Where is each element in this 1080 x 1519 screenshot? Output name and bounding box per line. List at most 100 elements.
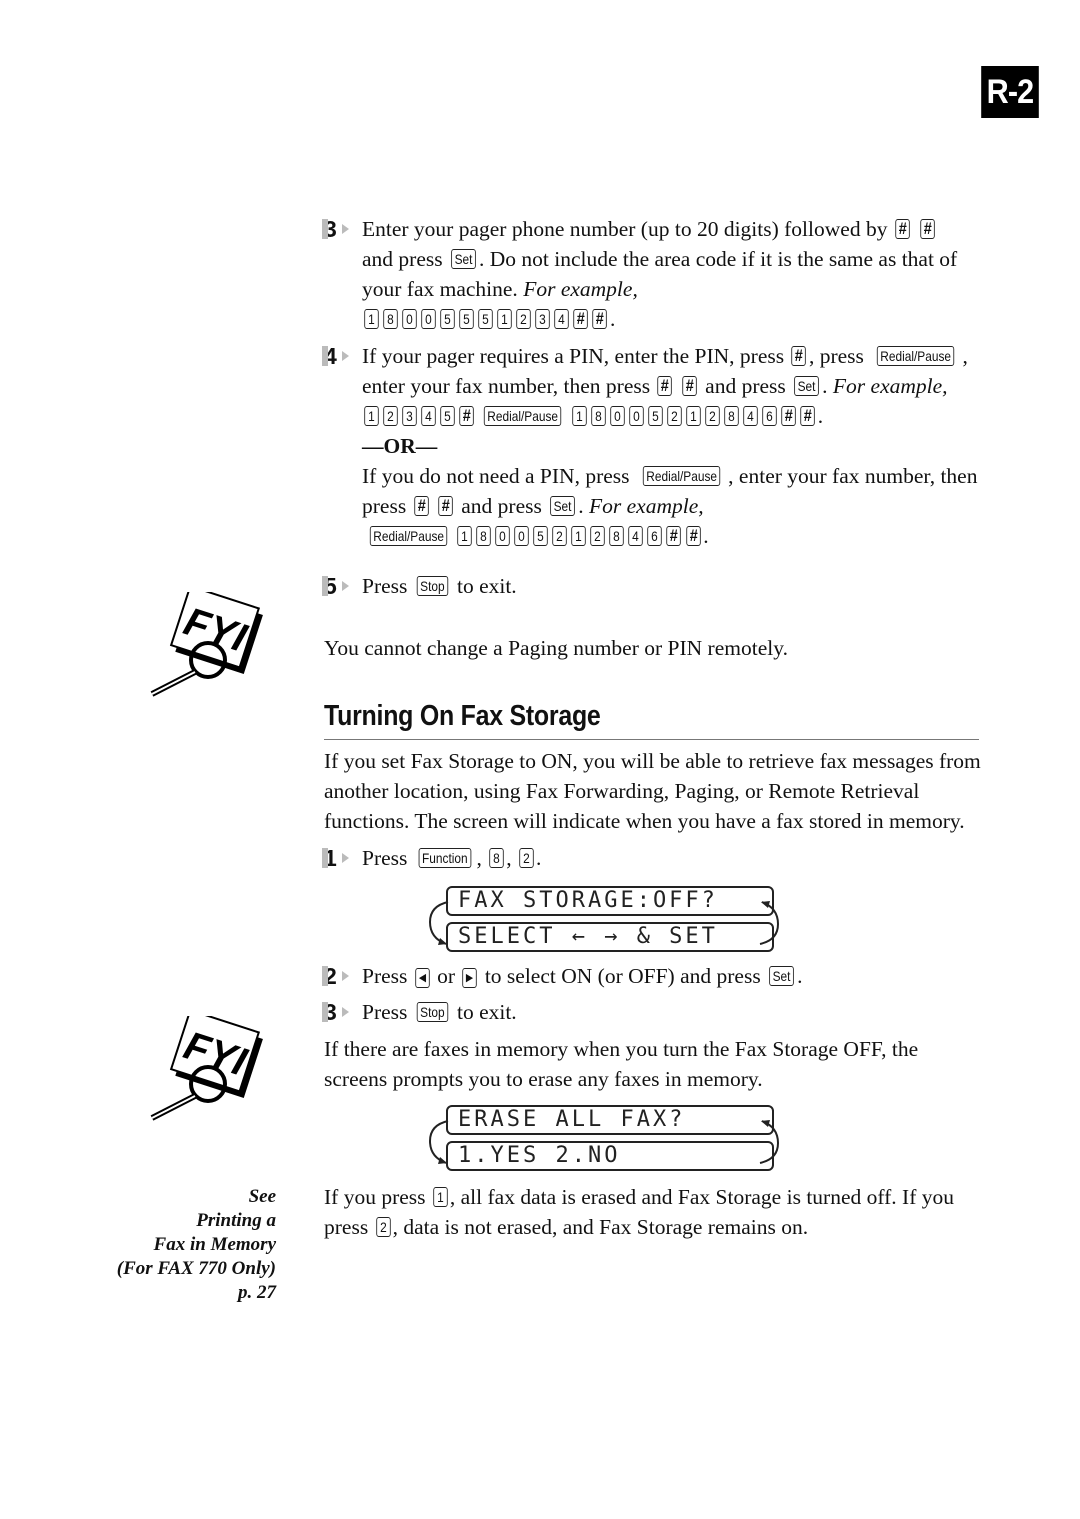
key-hash: # (791, 346, 807, 366)
key-8: 8 (489, 848, 504, 868)
step-3: 3 Enter your pager phone number (up to 2… (322, 214, 984, 334)
key-redial-pause: Redial/Pause (369, 526, 448, 546)
text-run: , enter your fax number, then (728, 464, 978, 488)
text-run: to exit. (451, 1000, 517, 1024)
key-2: 2 (590, 526, 606, 546)
text-run: . (609, 307, 616, 331)
text-run: If you press (324, 1185, 431, 1209)
text-line: —OR— (362, 431, 984, 461)
text-line: If you do not need a PIN, press Redial/P… (362, 461, 984, 491)
key-0: 0 (495, 526, 511, 546)
note-line: If there are faxes in memory when you tu… (324, 1037, 919, 1061)
intro-line: If you set Fax Storage to ON, you will b… (324, 749, 981, 773)
text-line: your fax machine. For example, (362, 274, 984, 304)
fyi-note-text: You cannot change a Paging number or PIN… (324, 636, 788, 660)
key-redial-pause: Redial/Pause (484, 406, 562, 426)
text-run: , press (808, 344, 870, 368)
text-line: If you press 1, all fax data is erased a… (324, 1182, 984, 1212)
sidenote-line: See (248, 1186, 276, 1207)
intro-line: functions. The screen will indicate when… (324, 809, 965, 833)
key-2: 2 (516, 309, 531, 329)
key-0: 0 (421, 309, 436, 329)
key-4: 4 (554, 309, 569, 329)
key-left-arrow: ◀ (415, 968, 430, 988)
key-stop: Stop (416, 576, 448, 596)
step-number: 2 (322, 961, 354, 991)
sidenote-line: p. 27 (238, 1282, 276, 1303)
step-body: Press ◀ or ▶ to select ON (or OFF) and p… (362, 961, 984, 991)
text-run: , data is not erased, and Fax Storage re… (392, 1215, 809, 1239)
text-run: press (362, 494, 412, 518)
text-run (912, 217, 917, 241)
section-intro: If you set Fax Storage to ON, you will b… (324, 746, 984, 836)
lcd-line-2: SELECT ← → & SET (446, 922, 774, 952)
key-6: 6 (647, 526, 663, 546)
key-1: 1 (364, 309, 379, 329)
key-hash: # (592, 309, 608, 329)
text-line: 1 2 3 4 5 # Redial/Pause 1 8 0 0 5 2 1 2 8 4 6 # #. (362, 401, 984, 431)
key-5: 5 (533, 526, 549, 546)
step-body: Enter your pager phone number (up to 20 … (362, 214, 984, 334)
key-stop: Stop (416, 1002, 448, 1022)
key-5: 5 (459, 309, 474, 329)
text-line: enter your fax number, then press # # an… (362, 371, 984, 401)
key-2: 2 (667, 406, 682, 426)
text-line: Redial/Pause 1 8 0 0 5 2 1 2 8 4 6 # #. (362, 521, 984, 551)
text-line: press 2, data is not erased, and Fax Sto… (324, 1212, 984, 1242)
key-1: 1 (364, 406, 379, 426)
key-5: 5 (478, 309, 493, 329)
text-run: to select ON (or OFF) and press (479, 964, 767, 988)
text-run: , (476, 846, 488, 870)
key-redial-pause: Redial/Pause (642, 466, 721, 486)
text-run: to exit. (451, 574, 517, 598)
text-run: If your pager requires a PIN, enter the … (362, 344, 790, 368)
key-0: 0 (629, 406, 644, 426)
text-run: Press (362, 574, 413, 598)
key-8: 8 (724, 406, 739, 426)
text-run: Press (362, 846, 413, 870)
key-2: 2 (383, 406, 398, 426)
text-run: . (578, 494, 589, 518)
text-run: . (822, 374, 833, 398)
key-set: Set (769, 966, 794, 986)
cycle-arrow-right-icon (759, 901, 780, 945)
key-hash: # (438, 496, 454, 516)
key-hash: # (573, 309, 589, 329)
text-run: . (817, 404, 824, 428)
key-1: 1 (457, 526, 473, 546)
key-2: 2 (552, 526, 568, 546)
key-1: 1 (572, 406, 587, 426)
text-run: , all fax data is erased and Fax Storage… (449, 1185, 954, 1209)
key-8: 8 (591, 406, 606, 426)
lcd-display-fax-storage: FAX STORAGE:OFF? SELECT ← → & SET (426, 886, 782, 958)
text-run: Press (362, 964, 413, 988)
text-run: , (962, 344, 968, 368)
key-1: 1 (686, 406, 701, 426)
key-hash: # (919, 219, 935, 239)
text-line: Press ◀ or ▶ to select ON (or OFF) and p… (362, 961, 984, 991)
step-body: Press Function, 8, 2. (362, 843, 984, 873)
key-0: 0 (610, 406, 625, 426)
key-hash: # (459, 406, 475, 426)
step-body: Press Stop to exit. (362, 997, 984, 1027)
fyi-note: You cannot change a Paging number or PIN… (324, 633, 984, 663)
key-right-arrow: ▶ (462, 968, 478, 988)
text-run: If you do not need a PIN, press (362, 464, 635, 488)
key-3: 3 (535, 309, 550, 329)
step-number: 3 (322, 997, 354, 1027)
sidenote-line: (For FAX 770 Only) (116, 1258, 276, 1279)
key-4: 4 (743, 406, 758, 426)
text-run: your fax machine. (362, 277, 524, 301)
key-redial-pause: Redial/Pause (877, 346, 955, 366)
section-divider (324, 739, 979, 740)
key-hash: # (657, 376, 673, 396)
key-set: Set (550, 496, 576, 516)
text-run: and press (455, 494, 548, 518)
key-hash: # (686, 526, 701, 546)
fax-step-3: 3 Press Stop to exit. (322, 997, 984, 1027)
key-8: 8 (383, 309, 398, 329)
key-2: 2 (375, 1217, 391, 1237)
step-number: 3 (322, 214, 354, 244)
fyi-icon: FYI (148, 1008, 272, 1127)
text-run: . (797, 964, 803, 988)
